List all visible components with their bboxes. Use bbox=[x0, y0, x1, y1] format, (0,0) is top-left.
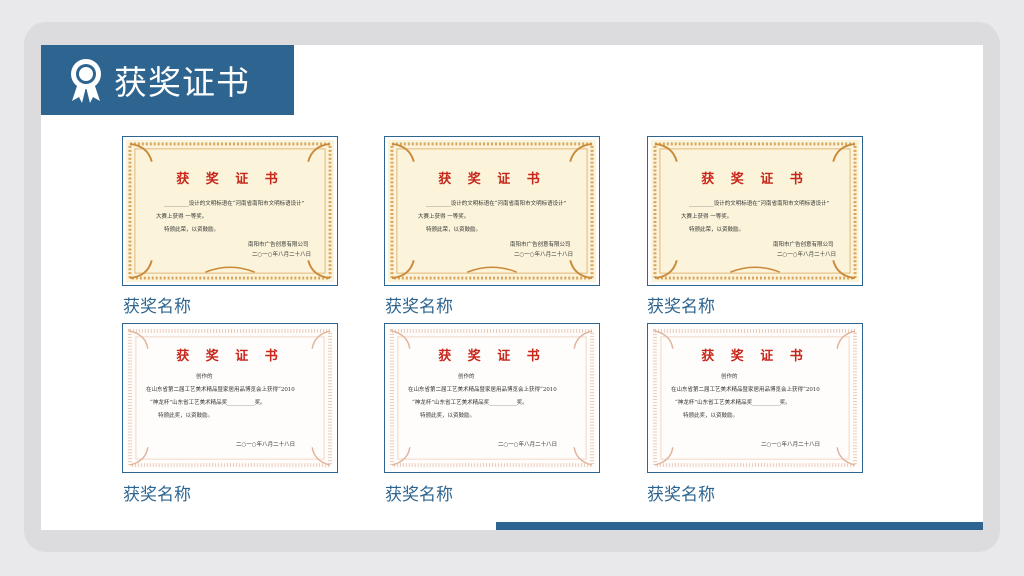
certificate-caption: 获奖名称 bbox=[385, 485, 453, 505]
certificate-text: _________设计的文明标语在“河南省南阳市文明标语设计” bbox=[426, 201, 567, 207]
ornamental-border bbox=[128, 142, 332, 280]
certificate-caption: 获奖名称 bbox=[647, 297, 715, 317]
certificate-text: 在山东省第二届工艺美术精品暨家居用品博览会上获得“2010 bbox=[146, 387, 295, 393]
certificate-image: 获 奖 证 书 _________设计的文明标语在“河南省南阳市文明标语设计” … bbox=[651, 140, 859, 282]
certificate-text: 大赛上获得 一等奖。 bbox=[156, 214, 208, 220]
certificate-title: 获 奖 证 书 bbox=[438, 349, 546, 364]
certificate-text: _________设计的文明标语在“河南省南阳市文明标语设计” bbox=[689, 201, 830, 207]
certificate-text: 特颁此奖，以资鼓励。 bbox=[420, 413, 476, 419]
certificate-date: 二○一○年八月二十八日 bbox=[761, 442, 821, 448]
certificate-text: 特颁此奖，以资鼓励。 bbox=[683, 413, 739, 419]
certificate-text: 特颁此奖，以资鼓励。 bbox=[158, 413, 214, 419]
certificate-date: 二○一○年八月二十八日 bbox=[252, 252, 312, 258]
certificate-text: 特颁此荣，以资鼓励。 bbox=[164, 227, 220, 233]
certificate-text: 创作的 bbox=[458, 374, 475, 380]
certificate-title: 获 奖 证 书 bbox=[701, 349, 809, 364]
certificate-text: 大赛上获得 一等奖。 bbox=[681, 214, 733, 220]
certificate-image: 获 奖 证 书 创作的 在山东省第二届工艺美术精品暨家居用品博览会上获得“201… bbox=[126, 327, 334, 469]
certificate-text: 创作的 bbox=[721, 374, 738, 380]
certificate-card-4[interactable]: 获 奖 证 书 创作的 在山东省第二届工艺美术精品暨家居用品博览会上获得“201… bbox=[122, 323, 338, 473]
award-ribbon-icon bbox=[71, 59, 101, 103]
title-bar: 获奖证书 bbox=[41, 45, 294, 115]
certificate-text: “神龙杯”山东省工艺美术精品奖__________奖。 bbox=[150, 400, 266, 406]
certificate-text: “神龙杯”山东省工艺美术精品奖__________奖。 bbox=[675, 400, 791, 406]
certificate-date: 二○一○年八月二十八日 bbox=[498, 442, 558, 448]
certificate-title: 获 奖 证 书 bbox=[438, 172, 546, 187]
certificate-date: 二○一○年八月二十八日 bbox=[514, 252, 574, 258]
certificate-issuer: 南阳市广告创意有限公司 bbox=[773, 242, 834, 248]
certificate-caption: 获奖名称 bbox=[123, 297, 191, 317]
certificate-text: 创作的 bbox=[196, 374, 213, 380]
certificate-text: 特颁此荣，以资鼓励。 bbox=[689, 227, 745, 233]
certificate-card-2[interactable]: 获 奖 证 书 _________设计的文明标语在“河南省南阳市文明标语设计” … bbox=[384, 136, 600, 286]
certificate-text: 特颁此荣，以资鼓励。 bbox=[426, 227, 482, 233]
certificate-card-3[interactable]: 获 奖 证 书 _________设计的文明标语在“河南省南阳市文明标语设计” … bbox=[647, 136, 863, 286]
certificate-caption: 获奖名称 bbox=[647, 485, 715, 505]
certificate-title: 获 奖 证 书 bbox=[176, 172, 284, 187]
certificate-text: 在山东省第二届工艺美术精品暨家居用品博览会上获得“2010 bbox=[408, 387, 557, 393]
certificate-issuer: 南阳市广告创意有限公司 bbox=[248, 242, 309, 248]
certificate-image: 获 奖 证 书 _________设计的文明标语在“河南省南阳市文明标语设计” … bbox=[388, 140, 596, 282]
certificate-date: 二○一○年八月二十八日 bbox=[777, 252, 837, 258]
page-title: 获奖证书 bbox=[114, 63, 250, 102]
ornamental-border bbox=[390, 142, 594, 280]
certificate-text: “神龙杯”山东省工艺美术精品奖__________奖。 bbox=[412, 400, 528, 406]
certificate-card-5[interactable]: 获 奖 证 书 创作的 在山东省第二届工艺美术精品暨家居用品博览会上获得“201… bbox=[384, 323, 600, 473]
certificate-card-6[interactable]: 获 奖 证 书 创作的 在山东省第二届工艺美术精品暨家居用品博览会上获得“201… bbox=[647, 323, 863, 473]
certificate-title: 获 奖 证 书 bbox=[176, 349, 284, 364]
accent-bar bbox=[496, 522, 983, 530]
ornamental-border bbox=[653, 142, 857, 280]
certificate-image: 获 奖 证 书 _________设计的文明标语在“河南省南阳市文明标语设计” … bbox=[126, 140, 334, 282]
certificate-image: 获 奖 证 书 创作的 在山东省第二届工艺美术精品暨家居用品博览会上获得“201… bbox=[388, 327, 596, 469]
certificate-caption: 获奖名称 bbox=[123, 485, 191, 505]
certificate-date: 二○一○年八月二十八日 bbox=[236, 442, 296, 448]
certificate-caption: 获奖名称 bbox=[385, 297, 453, 317]
certificate-text: 在山东省第二届工艺美术精品暨家居用品博览会上获得“2010 bbox=[671, 387, 820, 393]
certificate-text: 大赛上获得 一等奖。 bbox=[418, 214, 470, 220]
certificate-card-1[interactable]: 获 奖 证 书 _________设计的文明标语在“河南省南阳市文明标语设计” … bbox=[122, 136, 338, 286]
certificate-title: 获 奖 证 书 bbox=[701, 172, 809, 187]
certificate-text: _________设计的文明标语在“河南省南阳市文明标语设计” bbox=[164, 201, 305, 207]
certificate-image: 获 奖 证 书 创作的 在山东省第二届工艺美术精品暨家居用品博览会上获得“201… bbox=[651, 327, 859, 469]
certificate-issuer: 南阳市广告创意有限公司 bbox=[510, 242, 571, 248]
